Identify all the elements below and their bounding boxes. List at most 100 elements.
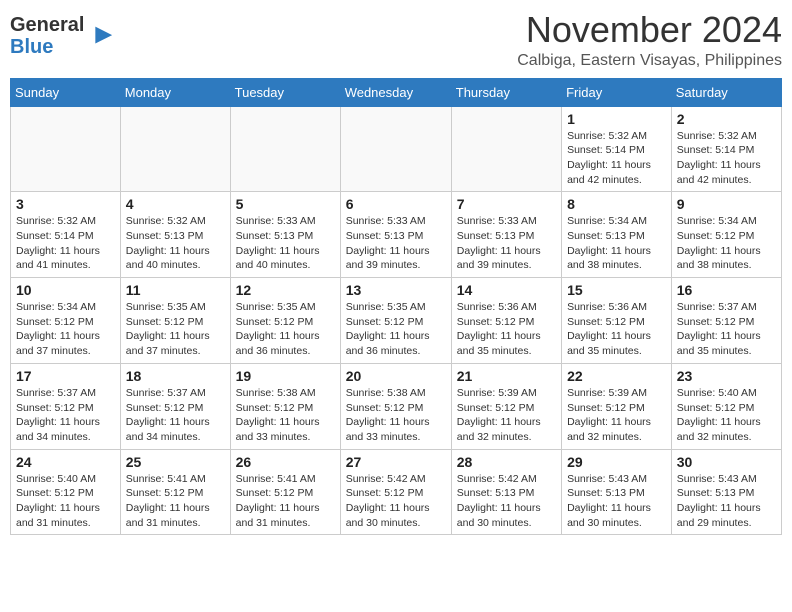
day-number: 30 (677, 454, 776, 470)
day-info: Sunrise: 5:40 AM Sunset: 5:12 PM Dayligh… (677, 386, 776, 445)
weekday-header-friday: Friday (562, 78, 672, 106)
day-number: 11 (126, 282, 225, 298)
day-info: Sunrise: 5:41 AM Sunset: 5:12 PM Dayligh… (126, 472, 225, 531)
day-info: Sunrise: 5:39 AM Sunset: 5:12 PM Dayligh… (567, 386, 666, 445)
day-info: Sunrise: 5:36 AM Sunset: 5:12 PM Dayligh… (457, 300, 556, 359)
logo-blue: Blue (10, 36, 84, 58)
day-info: Sunrise: 5:41 AM Sunset: 5:12 PM Dayligh… (236, 472, 335, 531)
calendar-cell: 6 Sunrise: 5:33 AM Sunset: 5:13 PM Daylig… (340, 192, 451, 278)
calendar-cell (340, 106, 451, 192)
day-info: Sunrise: 5:34 AM Sunset: 5:12 PM Dayligh… (677, 214, 776, 273)
day-info: Sunrise: 5:38 AM Sunset: 5:12 PM Dayligh… (346, 386, 446, 445)
calendar-cell: 9Sunrise: 5:34 AM Sunset: 5:12 PM Daylig… (671, 192, 781, 278)
day-number: 6 (346, 196, 446, 212)
calendar-week-row: 3Sunrise: 5:32 AM Sunset: 5:14 PM Daylig… (11, 192, 782, 278)
calendar-cell: 13Sunrise: 5:35 AM Sunset: 5:12 PM Dayli… (340, 278, 451, 364)
day-info: Sunrise: 5:33 AM Sunset: 5:13 PM Dayligh… (346, 214, 446, 273)
day-number: 27 (346, 454, 446, 470)
calendar-cell: 12 Sunrise: 5:35 AM Sunset: 5:12 PM Dayli… (230, 278, 340, 364)
calendar-cell: 21 Sunrise: 5:39 AM Sunset: 5:12 PM Dayli… (451, 363, 561, 449)
page-header: General Blue November 2024 Calbiga, East… (10, 10, 782, 70)
calendar-week-row: 1 Sunrise: 5:32 AM Sunset: 5:14 PM Daylig… (11, 106, 782, 192)
logo-icon (86, 22, 114, 50)
day-info: Sunrise: 5:42 AM Sunset: 5:12 PM Dayligh… (346, 472, 446, 531)
day-number: 21 (457, 368, 556, 384)
day-number: 15 (567, 282, 666, 298)
day-number: 4 (126, 196, 225, 212)
day-info: Sunrise: 5:32 AM Sunset: 5:14 PM Dayligh… (677, 129, 776, 188)
day-info: Sunrise: 5:32 AM Sunset: 5:13 PM Dayligh… (126, 214, 225, 273)
logo: General Blue (10, 14, 114, 58)
day-number: 13 (346, 282, 446, 298)
calendar-cell: 28 Sunrise: 5:42 AM Sunset: 5:13 PM Dayli… (451, 449, 561, 535)
calendar-cell: 3Sunrise: 5:32 AM Sunset: 5:14 PM Daylig… (11, 192, 121, 278)
day-number: 20 (346, 368, 446, 384)
calendar-header-row: SundayMondayTuesdayWednesdayThursdayFrid… (11, 78, 782, 106)
month-title: November 2024 (517, 10, 782, 50)
calendar-cell: 24Sunrise: 5:40 AM Sunset: 5:12 PM Dayli… (11, 449, 121, 535)
calendar-cell: 2 Sunrise: 5:32 AM Sunset: 5:14 PM Daylig… (671, 106, 781, 192)
day-number: 10 (16, 282, 115, 298)
day-number: 28 (457, 454, 556, 470)
calendar-cell: 30Sunrise: 5:43 AM Sunset: 5:13 PM Dayli… (671, 449, 781, 535)
day-info: Sunrise: 5:37 AM Sunset: 5:12 PM Dayligh… (126, 386, 225, 445)
calendar-cell: 11 Sunrise: 5:35 AM Sunset: 5:12 PM Dayli… (120, 278, 230, 364)
title-block: November 2024 Calbiga, Eastern Visayas, … (517, 10, 782, 70)
calendar-cell: 23 Sunrise: 5:40 AM Sunset: 5:12 PM Dayli… (671, 363, 781, 449)
calendar-cell: 29 Sunrise: 5:43 AM Sunset: 5:13 PM Dayli… (562, 449, 672, 535)
day-number: 7 (457, 196, 556, 212)
day-number: 14 (457, 282, 556, 298)
day-number: 18 (126, 368, 225, 384)
calendar-cell: 16 Sunrise: 5:37 AM Sunset: 5:12 PM Dayli… (671, 278, 781, 364)
calendar-cell: 22 Sunrise: 5:39 AM Sunset: 5:12 PM Dayli… (562, 363, 672, 449)
calendar-cell: 10Sunrise: 5:34 AM Sunset: 5:12 PM Dayli… (11, 278, 121, 364)
calendar-cell (451, 106, 561, 192)
day-info: Sunrise: 5:33 AM Sunset: 5:13 PM Dayligh… (236, 214, 335, 273)
calendar-cell: 27 Sunrise: 5:42 AM Sunset: 5:12 PM Dayli… (340, 449, 451, 535)
calendar-cell (11, 106, 121, 192)
weekday-header-sunday: Sunday (11, 78, 121, 106)
day-info: Sunrise: 5:34 AM Sunset: 5:13 PM Dayligh… (567, 214, 666, 273)
calendar-cell: 14 Sunrise: 5:36 AM Sunset: 5:12 PM Dayli… (451, 278, 561, 364)
day-info: Sunrise: 5:36 AM Sunset: 5:12 PM Dayligh… (567, 300, 666, 359)
weekday-header-saturday: Saturday (671, 78, 781, 106)
day-info: Sunrise: 5:43 AM Sunset: 5:13 PM Dayligh… (567, 472, 666, 531)
calendar-week-row: 24Sunrise: 5:40 AM Sunset: 5:12 PM Dayli… (11, 449, 782, 535)
weekday-header-tuesday: Tuesday (230, 78, 340, 106)
day-info: Sunrise: 5:37 AM Sunset: 5:12 PM Dayligh… (677, 300, 776, 359)
calendar-cell: 8 Sunrise: 5:34 AM Sunset: 5:13 PM Daylig… (562, 192, 672, 278)
day-number: 2 (677, 111, 776, 127)
logo-general: General (10, 14, 84, 36)
day-number: 5 (236, 196, 335, 212)
day-number: 12 (236, 282, 335, 298)
calendar-table: SundayMondayTuesdayWednesdayThursdayFrid… (10, 78, 782, 536)
day-number: 23 (677, 368, 776, 384)
calendar-cell: 26Sunrise: 5:41 AM Sunset: 5:12 PM Dayli… (230, 449, 340, 535)
calendar-cell (230, 106, 340, 192)
weekday-header-wednesday: Wednesday (340, 78, 451, 106)
calendar-cell: 20 Sunrise: 5:38 AM Sunset: 5:12 PM Dayli… (340, 363, 451, 449)
calendar-cell: 25Sunrise: 5:41 AM Sunset: 5:12 PM Dayli… (120, 449, 230, 535)
day-info: Sunrise: 5:32 AM Sunset: 5:14 PM Dayligh… (16, 214, 115, 273)
calendar-cell (120, 106, 230, 192)
day-info: Sunrise: 5:39 AM Sunset: 5:12 PM Dayligh… (457, 386, 556, 445)
day-number: 29 (567, 454, 666, 470)
day-number: 24 (16, 454, 115, 470)
location-subtitle: Calbiga, Eastern Visayas, Philippines (517, 52, 782, 70)
calendar-cell: 17Sunrise: 5:37 AM Sunset: 5:12 PM Dayli… (11, 363, 121, 449)
calendar-cell: 19Sunrise: 5:38 AM Sunset: 5:12 PM Dayli… (230, 363, 340, 449)
day-info: Sunrise: 5:33 AM Sunset: 5:13 PM Dayligh… (457, 214, 556, 273)
weekday-header-thursday: Thursday (451, 78, 561, 106)
day-number: 16 (677, 282, 776, 298)
day-number: 22 (567, 368, 666, 384)
day-number: 19 (236, 368, 335, 384)
day-info: Sunrise: 5:42 AM Sunset: 5:13 PM Dayligh… (457, 472, 556, 531)
day-info: Sunrise: 5:32 AM Sunset: 5:14 PM Dayligh… (567, 129, 666, 188)
day-info: Sunrise: 5:35 AM Sunset: 5:12 PM Dayligh… (126, 300, 225, 359)
calendar-cell: 4 Sunrise: 5:32 AM Sunset: 5:13 PM Daylig… (120, 192, 230, 278)
day-number: 8 (567, 196, 666, 212)
weekday-header-monday: Monday (120, 78, 230, 106)
day-info: Sunrise: 5:35 AM Sunset: 5:12 PM Dayligh… (236, 300, 335, 359)
calendar-cell: 18 Sunrise: 5:37 AM Sunset: 5:12 PM Dayli… (120, 363, 230, 449)
day-number: 1 (567, 111, 666, 127)
